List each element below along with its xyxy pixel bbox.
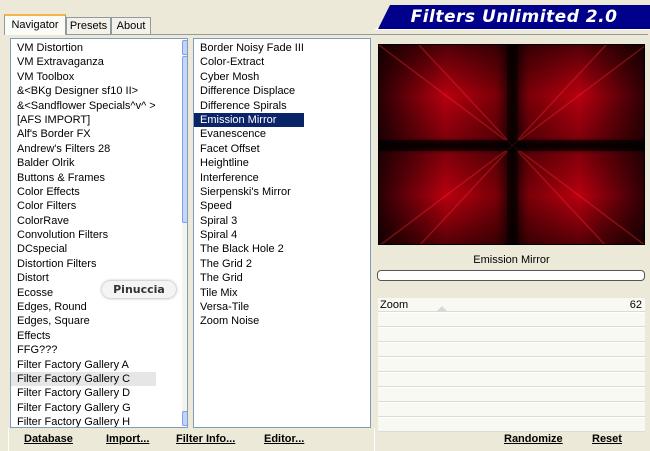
- parameter-row-empty: [378, 388, 645, 402]
- parameter-name: Zoom: [380, 299, 409, 311]
- slider-marker-icon[interactable]: [436, 306, 448, 312]
- filter-item[interactable]: Difference Spirals: [194, 99, 304, 113]
- parameter-row-empty: [378, 373, 645, 387]
- parameter-row-zoom[interactable]: Zoom 62: [378, 298, 645, 312]
- category-item[interactable]: [AFS IMPORT]: [11, 113, 156, 127]
- randomize-button[interactable]: Randomize: [504, 433, 563, 445]
- parameter-panel: Zoom 62: [378, 298, 645, 432]
- button-separator: [374, 428, 375, 451]
- parameter-row-empty: [378, 313, 645, 327]
- parameter-row-empty: [378, 418, 645, 432]
- filter-item[interactable]: Versa-Tile: [194, 300, 304, 314]
- scroll-down-button[interactable]: ▼: [182, 411, 187, 426]
- category-scrollbar[interactable]: ▲ ▼: [182, 40, 188, 426]
- filter-item[interactable]: Zoom Noise: [194, 314, 304, 328]
- category-item[interactable]: VM Toolbox: [11, 70, 156, 84]
- effect-name-label: Emission Mirror: [473, 254, 550, 266]
- category-item[interactable]: Andrew's Filters 28: [11, 142, 156, 156]
- category-item[interactable]: Distortion Filters: [11, 257, 156, 271]
- category-item[interactable]: DCspecial: [11, 242, 156, 256]
- filter-item[interactable]: Cyber Mosh: [194, 70, 304, 84]
- filter-list[interactable]: Border Noisy Fade III Color-Extract Cyber …: [193, 38, 371, 428]
- grip-line: [187, 139, 188, 140]
- filter-item[interactable]: Spiral 4: [194, 228, 304, 242]
- filter-items: Border Noisy Fade III Color-Extract Cyber …: [194, 41, 304, 329]
- filter-item[interactable]: Border Noisy Fade III: [194, 41, 304, 55]
- filter-item[interactable]: Difference Displace: [194, 84, 304, 98]
- database-button[interactable]: Database: [24, 433, 73, 445]
- parameter-row-empty: [378, 403, 645, 417]
- filter-info-button[interactable]: Filter Info...: [176, 433, 235, 445]
- app-title: Filters Unlimited 2.0: [410, 7, 618, 27]
- parameter-row-empty: [378, 343, 645, 357]
- tab-navigator[interactable]: Navigator: [4, 14, 66, 35]
- category-item[interactable]: Color Filters: [11, 199, 156, 213]
- category-item[interactable]: ColorRave: [11, 214, 156, 228]
- category-list[interactable]: VM Distortion VM Extravaganza VM Toolbox &<…: [10, 38, 188, 428]
- editor-button[interactable]: Editor...: [264, 433, 304, 445]
- category-item[interactable]: &<BKg Designer sf10 II>: [11, 84, 156, 98]
- category-item[interactable]: Filter Factory Gallery A: [11, 358, 156, 372]
- category-item[interactable]: Alf's Border FX: [11, 127, 156, 141]
- category-item[interactable]: Edges, Square: [11, 314, 156, 328]
- preview-pattern: [379, 45, 644, 244]
- filter-item[interactable]: Tile Mix: [194, 286, 304, 300]
- category-item[interactable]: &<Sandflower Specials^v^ >: [11, 99, 156, 113]
- category-item[interactable]: Filter Factory Gallery C: [11, 371, 156, 387]
- filter-item[interactable]: Heightline: [194, 156, 304, 170]
- preview-image: [378, 44, 645, 245]
- parameter-row-empty: [378, 358, 645, 372]
- button-separator: [8, 428, 9, 451]
- filter-item[interactable]: Evanescence: [194, 127, 304, 141]
- scroll-up-button[interactable]: ▲: [182, 40, 187, 55]
- grip-line: [187, 135, 188, 136]
- filter-item[interactable]: Spiral 3: [194, 214, 304, 228]
- category-item[interactable]: Convolution Filters: [11, 228, 156, 242]
- tab-about[interactable]: About: [111, 17, 151, 34]
- filter-item[interactable]: Interference: [194, 171, 304, 185]
- category-item[interactable]: VM Extravaganza: [11, 55, 156, 69]
- grip-line: [187, 133, 188, 134]
- category-item[interactable]: Effects: [11, 329, 156, 343]
- category-item[interactable]: Color Effects: [11, 185, 156, 199]
- progress-bar: [377, 270, 645, 281]
- import-button[interactable]: Import...: [106, 433, 149, 445]
- filter-item[interactable]: The Black Hole 2: [194, 242, 304, 256]
- category-item[interactable]: VM Distortion: [11, 41, 156, 55]
- tab-panel-border: [4, 34, 648, 35]
- grip-line: [187, 137, 188, 138]
- filter-item[interactable]: Emission Mirror: [194, 112, 304, 128]
- filter-item[interactable]: Color-Extract: [194, 55, 304, 69]
- category-item[interactable]: Balder Olrik: [11, 156, 156, 170]
- category-item[interactable]: Edges, Round: [11, 300, 156, 314]
- reset-button[interactable]: Reset: [592, 433, 622, 445]
- watermark-badge: Pinuccia: [102, 281, 176, 298]
- filter-item[interactable]: Facet Offset: [194, 142, 304, 156]
- filter-item[interactable]: The Grid 2: [194, 257, 304, 271]
- tab-presets[interactable]: Presets: [66, 17, 111, 34]
- parameter-value: 62: [629, 299, 642, 311]
- category-item[interactable]: Buttons & Frames: [11, 171, 156, 185]
- parameter-row-empty: [378, 328, 645, 342]
- category-item[interactable]: Filter Factory Gallery G: [11, 401, 156, 415]
- filter-item[interactable]: The Grid: [194, 271, 304, 285]
- category-items: VM Distortion VM Extravaganza VM Toolbox &<…: [11, 41, 156, 427]
- category-item[interactable]: Filter Factory Gallery D: [11, 386, 156, 400]
- filter-item[interactable]: Sierpenski's Mirror: [194, 185, 304, 199]
- scroll-thumb[interactable]: [182, 56, 188, 223]
- category-item[interactable]: FFG???: [11, 343, 156, 357]
- category-item[interactable]: Filter Factory Gallery H: [11, 415, 156, 427]
- filter-item[interactable]: Speed: [194, 199, 304, 213]
